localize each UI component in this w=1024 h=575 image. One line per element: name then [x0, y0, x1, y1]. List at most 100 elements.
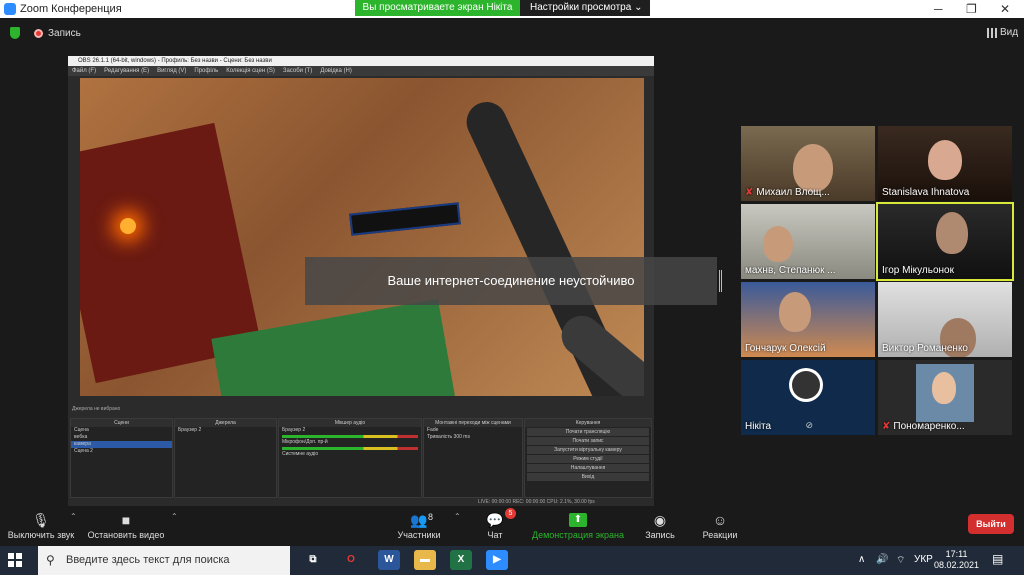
oled-display-image — [349, 202, 461, 236]
participant-tile[interactable]: Нікіта ⊘ — [741, 360, 875, 435]
video-camera-icon: ■ — [121, 512, 131, 528]
share-arrow-icon: ⬆ — [569, 513, 587, 527]
clock-time: 17:11 — [945, 549, 968, 559]
chat-unread-badge: 5 — [505, 508, 516, 519]
reactions-button[interactable]: ☺ Реакции — [698, 510, 742, 540]
tray-chevron-up-icon[interactable]: ∧ — [858, 554, 865, 565]
speaker-icon[interactable]: 🔊 — [876, 554, 888, 565]
transition-duration-value[interactable]: 300 ms — [454, 434, 470, 440]
chevron-up-icon[interactable]: ⌃ — [454, 512, 461, 521]
participant-tile[interactable]: ✘ Пономаренко... — [878, 360, 1012, 435]
opera-icon[interactable]: O — [340, 550, 362, 570]
share-screen-button[interactable]: ⬆ Демонстрация экрана — [530, 510, 626, 540]
excel-icon[interactable]: X — [450, 550, 472, 570]
obs-menu-bar: Файл (F) Редагування (E) Вигляд (V) Проф… — [68, 66, 654, 76]
stop-video-button[interactable]: ■ Остановить видео — [86, 510, 166, 540]
keyboard-language[interactable]: УКР — [914, 554, 933, 565]
chat-button[interactable]: 💬 5 Чат — [480, 508, 516, 540]
exit-button[interactable]: Вихід — [527, 473, 649, 481]
connection-unstable-toast: Ваше интернет-соединение неустойчиво — [305, 257, 717, 305]
obs-window-title: OBS 26.1.1 (64-bit, windows) - Профиль: … — [68, 56, 654, 66]
scene-item-selected[interactable]: камера — [71, 441, 172, 448]
taskbar-search-input[interactable]: ⚲ Введите здесь текст для поиска — [38, 546, 290, 575]
participant-tile[interactable]: Гончарук Олексій — [741, 282, 875, 357]
led-glow — [120, 218, 136, 234]
source-item[interactable]: Браузер 2 — [175, 427, 276, 434]
obs-statusbar: LIVE: 00:00:00 REC: 00:00:00 CPU: 2.1%, … — [478, 499, 595, 505]
drag-handle-icon[interactable] — [719, 270, 722, 292]
audio-meter[interactable] — [282, 447, 418, 450]
start-recording-button[interactable]: Почати запис — [527, 437, 649, 445]
studio-mode-button[interactable]: Режим студії — [527, 455, 649, 463]
start-virtual-camera-button[interactable]: Запустити віртуальну камеру — [527, 446, 649, 454]
participant-name: ✘ Михаил Влощ... — [745, 187, 830, 198]
maximize-icon[interactable]: ❐ — [966, 2, 977, 16]
chevron-down-icon: ⌄ — [634, 2, 643, 13]
muted-mic-icon: ✘ — [882, 421, 891, 432]
transitions-dock-title: Монтажні переходи між сценами — [424, 419, 522, 427]
obs-menu-item: Засоби (T) — [282, 68, 313, 74]
chat-label: Чат — [487, 530, 503, 540]
network-icon[interactable]: ⌔ — [896, 554, 905, 567]
security-shield-icon[interactable] — [10, 27, 20, 39]
participant-tile-active-speaker[interactable]: Ігор Мікульонок — [876, 202, 1014, 281]
zoom-taskbar-icon[interactable]: ▶ — [486, 550, 508, 570]
participant-tile[interactable]: ✘ Михаил Влощ... — [741, 126, 875, 201]
word-icon[interactable]: W — [378, 550, 400, 570]
participant-tile[interactable]: Stanislava Ihnatova — [878, 126, 1012, 201]
obs-preview-camera-feed — [80, 78, 644, 396]
start-streaming-button[interactable]: Почати трансляцію — [527, 428, 649, 436]
file-explorer-icon[interactable]: ▬ — [414, 550, 436, 570]
task-view-icon[interactable]: ⧉ — [302, 550, 324, 570]
participant-tile[interactable]: Виктор Романенко — [878, 282, 1012, 357]
participants-button[interactable]: 👥 8 Участники — [394, 510, 444, 540]
audio-meter[interactable] — [282, 435, 418, 438]
viewing-share-banner: Вы просматриваете экран Нікіта — [355, 0, 520, 16]
obs-menu-item: Вигляд (V) — [157, 68, 187, 74]
obs-scenes-dock: Сцени Сцена вебка камера Сцена 2 — [70, 418, 173, 498]
record-button[interactable]: ◉ Запись — [640, 510, 680, 540]
obs-sources-dock: Джерела Браузер 2 — [174, 418, 277, 498]
meeting-toolbar: 🎙 Выключить звук ⌃ ■ Остановить видео ⌃ … — [0, 506, 1024, 546]
mixer-dock-title: Мікшер аудіо — [279, 419, 421, 427]
scene-item[interactable]: вебка — [71, 434, 172, 441]
share-screen-label: Демонстрация экрана — [532, 530, 624, 540]
minimize-icon[interactable]: ─ — [934, 2, 943, 16]
view-button[interactable]: Вид — [1000, 27, 1018, 38]
taskbar-clock[interactable]: 17:11 08.02.2021 — [934, 549, 979, 571]
notifications-icon[interactable]: ▤ — [992, 552, 1003, 566]
chevron-up-icon[interactable]: ⌃ — [171, 512, 178, 521]
chevron-up-icon[interactable]: ⌃ — [70, 512, 77, 521]
scene-item[interactable]: Сцена 2 — [71, 448, 172, 455]
view-options-label: Настройки просмотра — [530, 2, 632, 13]
chat-bubble-icon: 💬 5 — [480, 508, 516, 530]
transition-duration-label: Тривалість 300 ms — [427, 434, 470, 440]
transition-type-select[interactable]: Fade — [424, 427, 522, 434]
mute-button[interactable]: 🎙 Выключить звук — [6, 510, 76, 540]
view-options-dropdown[interactable]: Настройки просмотра ⌄ — [520, 0, 650, 16]
stop-video-label: Остановить видео — [87, 530, 165, 540]
record-circle-icon: ◉ — [653, 512, 667, 528]
participant-name: Stanislava Ihnatova — [882, 187, 970, 198]
windows-start-icon[interactable] — [8, 553, 22, 567]
search-icon: ⚲ — [46, 553, 55, 567]
obs-source-status: Джерела не вибрано — [72, 406, 121, 412]
settings-button[interactable]: Налаштування — [527, 464, 649, 472]
leave-meeting-button[interactable]: Выйти — [968, 514, 1014, 534]
microphone-icon: 🎙 — [32, 512, 50, 528]
sources-dock-title: Джерела — [175, 419, 276, 427]
participant-tile[interactable]: махнв, Степанюк ... — [741, 204, 875, 279]
participant-name: махнв, Степанюк ... — [745, 265, 836, 276]
participant-name: Нікіта — [745, 421, 772, 432]
gallery-view-icon[interactable] — [987, 28, 997, 38]
scene-item[interactable]: Сцена — [71, 427, 172, 434]
participant-name: Ігор Мікульонок — [882, 265, 954, 276]
participants-label: Участники — [397, 530, 441, 540]
search-placeholder: Введите здесь текст для поиска — [66, 554, 230, 566]
obs-menu-item: Файл (F) — [72, 68, 97, 74]
participant-name: Гончарук Олексій — [745, 343, 826, 354]
close-icon[interactable]: ✕ — [1000, 2, 1010, 16]
mixer-channel-label: Браузер 2 — [282, 427, 306, 433]
recording-label: Запись — [48, 28, 81, 39]
muted-mic-icon: ✘ — [745, 187, 754, 198]
